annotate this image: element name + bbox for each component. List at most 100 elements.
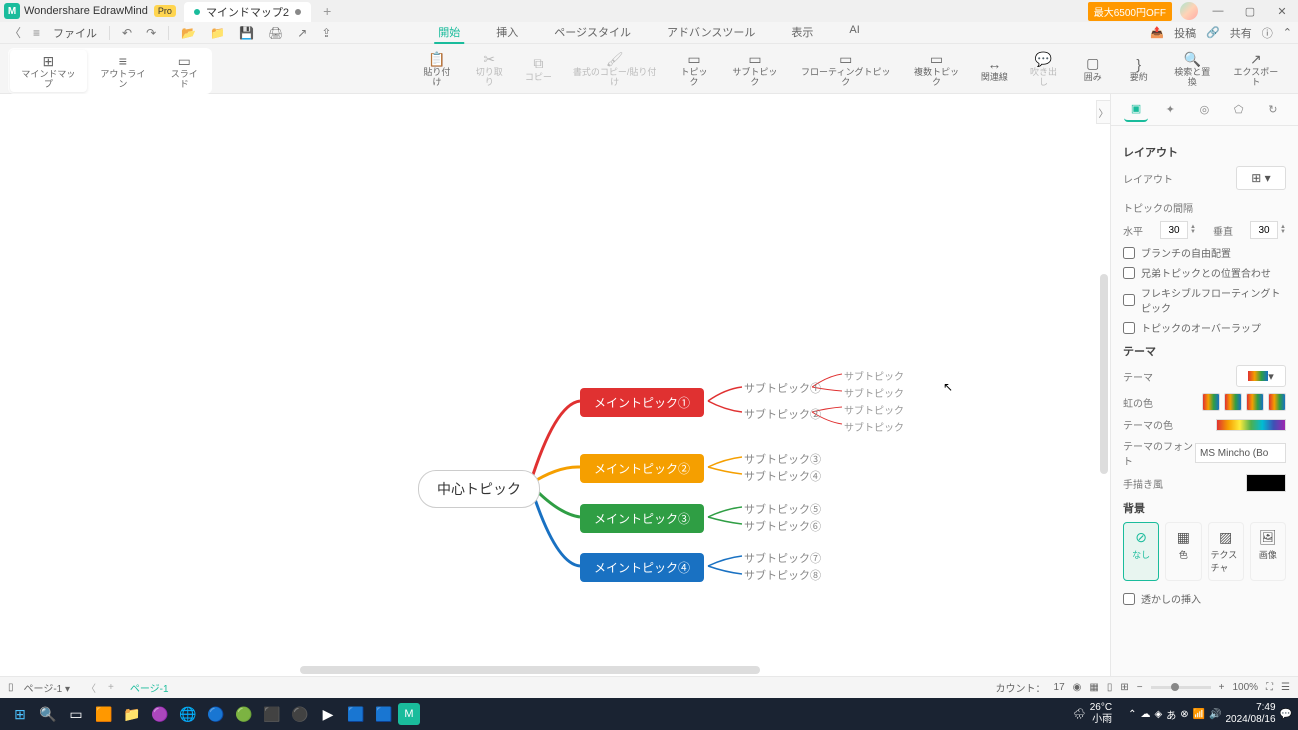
chk-flex-floating[interactable] <box>1123 294 1135 306</box>
task-app-2[interactable]: 📁 <box>118 700 146 728</box>
fullscreen-icon[interactable]: ⛶ <box>1266 682 1273 693</box>
tray-clock[interactable]: 7:492024/08/16 <box>1225 702 1275 726</box>
tray-cloud-icon[interactable]: ☁ <box>1140 709 1150 720</box>
upload-icon[interactable]: 📤 <box>1150 26 1164 39</box>
page-dropdown[interactable]: ページ-1 ▾ <box>14 678 81 697</box>
bg-image-button[interactable]: 🖼画像 <box>1250 522 1286 581</box>
center-topic[interactable]: 中心トピック <box>418 470 540 508</box>
task-app-7[interactable]: ⬛ <box>258 700 286 728</box>
new-tab-button[interactable]: + <box>317 3 337 19</box>
vert-input[interactable] <box>1250 221 1278 239</box>
vertical-scrollbar[interactable] <box>1100 274 1108 474</box>
tray-ime-2[interactable]: ⊗ <box>1180 709 1188 720</box>
paste-button[interactable]: 📋貼り付け <box>412 48 462 90</box>
view-icon-2[interactable]: ▦ <box>1089 682 1098 693</box>
bg-texture-button[interactable]: ▨テクスチャ <box>1208 522 1244 581</box>
chk-branch-free[interactable] <box>1123 247 1135 259</box>
post-button[interactable]: 投稿 <box>1174 25 1196 41</box>
boundary-button[interactable]: ▢囲み <box>1071 48 1115 90</box>
sub-sub-topic[interactable]: サブトピック <box>844 402 904 417</box>
sub-sub-topic[interactable]: サブトピック <box>844 368 904 383</box>
page-add[interactable]: + <box>102 682 120 693</box>
task-app-8[interactable]: ⚫ <box>286 700 314 728</box>
collapse-ribbon-icon[interactable]: ⌃ <box>1283 26 1292 39</box>
export-icon[interactable]: ↗ <box>293 26 311 40</box>
sub-topic[interactable]: サブトピック② <box>744 406 821 422</box>
weather-widget[interactable]: 🌧 26°C小雨 <box>1073 702 1112 726</box>
tab-ai[interactable]: AI <box>845 22 863 44</box>
spin-down-icon[interactable]: ▼ <box>1190 230 1196 235</box>
main-topic-3[interactable]: メイントピック③ <box>580 504 704 533</box>
chk-overlap[interactable] <box>1123 322 1135 334</box>
promo-badge[interactable]: 最大6500円OFF <box>1088 2 1172 21</box>
share-link-icon[interactable]: 🔗 <box>1206 26 1220 39</box>
tray-nvidia-icon[interactable]: ◈ <box>1154 709 1162 720</box>
task-app-1[interactable]: 🟧 <box>90 700 118 728</box>
tray-volume-icon[interactable]: 🔊 <box>1209 709 1221 720</box>
settings-icon[interactable]: ☰ <box>1281 682 1290 693</box>
sub-topic[interactable]: サブトピック⑤ <box>744 501 821 517</box>
sub-sub-topic[interactable]: サブトピック <box>844 419 904 434</box>
task-app-5[interactable]: 🔵 <box>202 700 230 728</box>
view-icon-1[interactable]: ◉ <box>1073 682 1082 693</box>
topic-button[interactable]: ▭トピック <box>669 48 719 90</box>
sub-topic[interactable]: サブトピック① <box>744 380 821 396</box>
hand-drawn-select[interactable] <box>1246 474 1286 492</box>
tab-start[interactable]: 開始 <box>434 22 464 44</box>
chk-watermark[interactable] <box>1123 593 1135 605</box>
start-button[interactable]: ⊞ <box>6 700 34 728</box>
multi-topic-button[interactable]: ▭複数トピック <box>903 48 971 90</box>
search-taskbar-icon[interactable]: 🔍 <box>34 700 62 728</box>
chk-sibling-align[interactable] <box>1123 267 1135 279</box>
close-button[interactable]: ✕ <box>1270 1 1294 21</box>
file-menu[interactable]: ファイル <box>49 25 101 41</box>
zoom-out-button[interactable]: − <box>1137 682 1143 693</box>
rainbow-opt-2[interactable] <box>1224 393 1242 411</box>
task-app-4[interactable]: 🌐 <box>174 700 202 728</box>
save-icon[interactable]: 💾 <box>235 26 258 40</box>
redo-icon[interactable]: ↷ <box>142 26 160 40</box>
panel-tab-shape[interactable]: ⬠ <box>1227 98 1251 122</box>
panel-tab-style[interactable]: ✦ <box>1158 98 1182 122</box>
document-tab[interactable]: マインドマップ2 <box>184 2 311 22</box>
zoom-value[interactable]: 100% <box>1232 682 1258 693</box>
bg-color-button[interactable]: ▦色 <box>1165 522 1201 581</box>
menu-icon[interactable]: ≡ <box>30 26 43 40</box>
export-button[interactable]: ↗エクスポート <box>1222 48 1290 90</box>
panel-tab-layout[interactable]: ▣ <box>1124 98 1148 122</box>
layout-select[interactable]: ⊞ ▾ <box>1236 166 1286 190</box>
relationship-button[interactable]: ↔関連線 <box>972 48 1016 90</box>
rainbow-opt-3[interactable] <box>1246 393 1264 411</box>
page-tab-1[interactable]: ページ-1 <box>120 678 179 697</box>
page-prev[interactable]: 〈 <box>80 680 102 695</box>
sub-topic[interactable]: サブトピック③ <box>744 451 821 467</box>
main-topic-2[interactable]: メイントピック② <box>580 454 704 483</box>
theme-color-picker[interactable] <box>1216 419 1286 431</box>
share-button[interactable]: 共有 <box>1230 25 1252 41</box>
task-app-9[interactable]: ▶ <box>314 700 342 728</box>
share-file-icon[interactable]: ⇪ <box>317 26 335 40</box>
theme-select[interactable]: ▾ <box>1236 365 1286 387</box>
bg-none-button[interactable]: ⊘なし <box>1123 522 1159 581</box>
tab-pagestyle[interactable]: ページスタイル <box>550 22 635 44</box>
subtopic-button[interactable]: ▭サブトピック <box>721 48 789 90</box>
user-avatar[interactable] <box>1180 2 1198 20</box>
print-icon[interactable]: 🖨 <box>264 26 287 40</box>
tray-chevron-icon[interactable]: ⌃ <box>1128 709 1136 720</box>
spin-down-icon[interactable]: ▼ <box>1280 230 1286 235</box>
taskview-icon[interactable]: ▭ <box>62 700 90 728</box>
fit-icon[interactable]: ⊞ <box>1120 682 1128 693</box>
panel-collapse-button[interactable]: 〉 <box>1096 100 1110 124</box>
help-icon[interactable]: ⓘ <box>1262 25 1273 41</box>
view-slide-button[interactable]: ▭スライド <box>159 50 210 92</box>
tray-ime-1[interactable]: あ <box>1166 707 1176 722</box>
sub-topic[interactable]: サブトピック⑦ <box>744 550 821 566</box>
task-app-3[interactable]: 🟣 <box>146 700 174 728</box>
maximize-button[interactable]: ▢ <box>1238 1 1262 21</box>
rainbow-opt-4[interactable] <box>1268 393 1286 411</box>
view-icon-3[interactable]: ▯ <box>1107 682 1113 693</box>
panel-tab-history[interactable]: ↻ <box>1261 98 1285 122</box>
view-outline-button[interactable]: ≡アウトライン <box>89 50 157 92</box>
floating-topic-button[interactable]: ▭フローティングトピック <box>791 48 901 90</box>
horiz-input[interactable] <box>1160 221 1188 239</box>
